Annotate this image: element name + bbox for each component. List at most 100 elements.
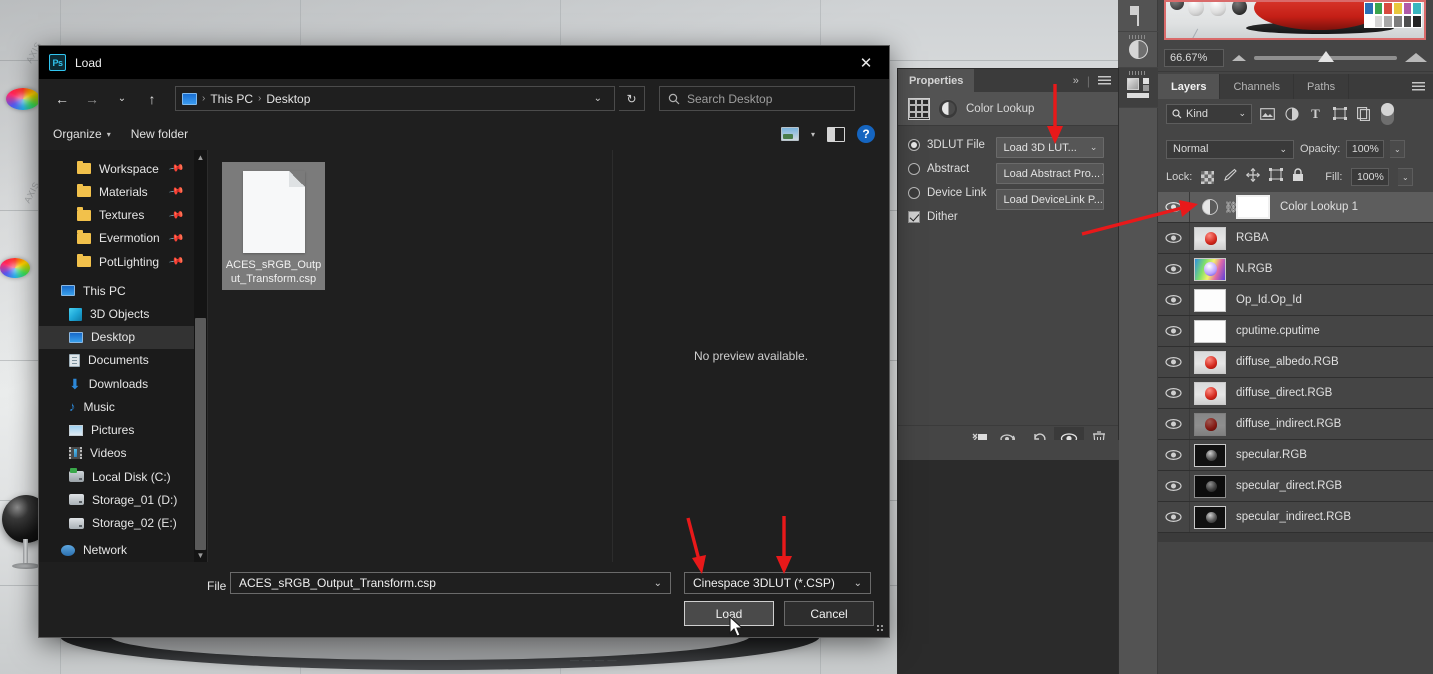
- forward-arrow-icon[interactable]: →: [79, 86, 105, 112]
- layer-visibility-toggle[interactable]: [1158, 347, 1190, 377]
- shape-layer-filter-icon[interactable]: [1331, 105, 1348, 122]
- layer-filter-kind-select[interactable]: Kind ⌄: [1166, 103, 1252, 124]
- table-row[interactable]: diffuse_indirect.RGB: [1158, 409, 1433, 440]
- layer-thumbnail[interactable]: [1194, 350, 1226, 374]
- up-arrow-icon[interactable]: ↑: [139, 86, 165, 112]
- scrollbar-thumb[interactable]: [195, 318, 206, 550]
- layer-visibility-toggle[interactable]: [1158, 502, 1190, 532]
- sidebar-item-network[interactable]: Network: [39, 539, 194, 562]
- sidebar-item-storage-01-d[interactable]: Storage_01 (D:): [39, 488, 194, 511]
- layer-thumbnail[interactable]: [1194, 381, 1226, 405]
- tab-layers[interactable]: Layers: [1158, 74, 1221, 99]
- pixel-layer-filter-icon[interactable]: [1259, 105, 1276, 122]
- layer-mask-thumbnail[interactable]: [1236, 195, 1270, 219]
- cancel-button[interactable]: Cancel: [784, 601, 874, 626]
- zoom-in-icon[interactable]: [1405, 53, 1427, 62]
- file-browser-area[interactable]: ACES_sRGB_Output_Transform.csp No previe…: [207, 150, 889, 562]
- panel-menu-icon[interactable]: [1098, 75, 1111, 86]
- sidebar-item-this-pc[interactable]: This PC: [39, 279, 194, 302]
- dock-item-3d[interactable]: [1118, 68, 1158, 108]
- layer-thumbnail[interactable]: [1194, 257, 1226, 281]
- lock-transparent-pixels-icon[interactable]: [1201, 170, 1215, 184]
- adjustment-layer-filter-icon[interactable]: [1283, 105, 1300, 122]
- layer-thumbnail[interactable]: [1194, 319, 1226, 343]
- tab-paths[interactable]: Paths: [1294, 74, 1350, 99]
- opacity-value[interactable]: 100%: [1346, 140, 1385, 158]
- breadcrumb-item-this-pc[interactable]: This PC: [210, 92, 253, 106]
- layer-visibility-toggle[interactable]: [1158, 192, 1190, 222]
- recent-locations-icon[interactable]: ⌄: [109, 86, 135, 112]
- sidebar-item-storage-02-e[interactable]: Storage_02 (E:): [39, 512, 194, 535]
- new-folder-button[interactable]: New folder: [131, 127, 188, 141]
- layer-visibility-toggle[interactable]: [1158, 378, 1190, 408]
- sidebar-item-music[interactable]: ♪ Music: [39, 395, 194, 418]
- sidebar-item-desktop[interactable]: Desktop: [39, 325, 194, 349]
- filter-enable-toggle[interactable]: [1381, 102, 1394, 125]
- sidebar-item-3d-objects[interactable]: 3D Objects: [39, 302, 194, 325]
- zoom-out-icon[interactable]: [1232, 54, 1246, 61]
- sidebar-item-downloads[interactable]: ⬇ Downloads: [39, 372, 194, 395]
- resize-grip[interactable]: [876, 624, 885, 633]
- fill-value[interactable]: 100%: [1351, 168, 1390, 186]
- navigator-thumbnail[interactable]: [1164, 0, 1426, 40]
- table-row[interactable]: Op_Id.Op_Id: [1158, 285, 1433, 316]
- load-abstract-profile-button[interactable]: Load Abstract Pro... ⌄: [996, 163, 1105, 184]
- layer-list[interactable]: ⛓ Color Lookup 1 RGBA N.RGB Op_Id.Op_Id: [1158, 192, 1433, 542]
- file-type-select[interactable]: Cinespace 3DLUT (*.CSP) ⌄: [684, 572, 871, 594]
- sidebar-scrollbar[interactable]: ▲ ▼: [194, 150, 207, 562]
- layer-visibility-toggle[interactable]: [1158, 223, 1190, 253]
- tab-properties[interactable]: Properties: [898, 69, 976, 92]
- collapse-chevrons-icon[interactable]: »: [1073, 75, 1079, 87]
- layer-visibility-toggle[interactable]: [1158, 409, 1190, 439]
- zoom-slider[interactable]: [1254, 50, 1397, 62]
- radio-device-link[interactable]: Device Link: [908, 184, 986, 202]
- table-row[interactable]: RGBA: [1158, 223, 1433, 254]
- layer-visibility-toggle[interactable]: [1158, 440, 1190, 470]
- load-devicelink-profile-button[interactable]: Load DeviceLink P... ⌄: [996, 189, 1105, 210]
- panel-icon-dock[interactable]: [1118, 0, 1158, 674]
- scroll-down-icon[interactable]: ▼: [194, 548, 207, 562]
- load-3d-lut-button[interactable]: Load 3D LUT... ⌄: [996, 137, 1105, 158]
- lock-position-icon[interactable]: [1246, 167, 1261, 187]
- layer-thumbnail[interactable]: [1194, 226, 1226, 250]
- opacity-stepper[interactable]: ⌄: [1390, 140, 1406, 158]
- list-item[interactable]: ACES_sRGB_Output_Transform.csp: [222, 162, 325, 290]
- sidebar-item-textures[interactable]: Textures 📌: [39, 203, 194, 226]
- breadcrumb-item-desktop[interactable]: Desktop: [266, 92, 310, 106]
- preview-pane-icon[interactable]: [827, 126, 845, 142]
- sidebar-item-potlighting[interactable]: PotLighting 📌: [39, 250, 194, 273]
- panel-menu-icon[interactable]: [1412, 81, 1425, 92]
- layer-visibility-toggle[interactable]: [1158, 285, 1190, 315]
- lock-artboard-icon[interactable]: [1269, 168, 1284, 186]
- chevron-down-icon[interactable]: ⌄: [854, 578, 862, 589]
- dock-item-adjustments[interactable]: [1118, 32, 1158, 68]
- close-icon[interactable]: ✕: [843, 46, 889, 79]
- table-row[interactable]: specular_direct.RGB: [1158, 471, 1433, 502]
- sidebar-item-pictures[interactable]: Pictures: [39, 419, 194, 442]
- table-row[interactable]: specular_indirect.RGB: [1158, 502, 1433, 533]
- sidebar-item-documents[interactable]: Documents: [39, 349, 194, 372]
- layer-thumbnail[interactable]: [1194, 412, 1226, 436]
- table-row[interactable]: diffuse_albedo.RGB: [1158, 347, 1433, 378]
- layer-thumbnail[interactable]: [1194, 474, 1226, 498]
- layer-thumbnail[interactable]: [1194, 288, 1226, 312]
- lock-image-pixels-icon[interactable]: [1223, 168, 1238, 187]
- load-button[interactable]: Load: [684, 601, 774, 626]
- view-options-caret-icon[interactable]: ▾: [811, 130, 815, 139]
- dock-item-histogram[interactable]: [1118, 0, 1158, 32]
- chevron-down-icon[interactable]: ⌄: [588, 93, 608, 104]
- help-icon[interactable]: ?: [857, 125, 875, 143]
- smart-object-filter-icon[interactable]: [1355, 105, 1372, 122]
- layer-visibility-toggle[interactable]: [1158, 316, 1190, 346]
- sidebar-item-workspace[interactable]: Workspace 📌: [39, 157, 194, 180]
- tab-channels[interactable]: Channels: [1220, 74, 1294, 99]
- layer-thumbnail[interactable]: [1194, 443, 1226, 467]
- scroll-up-icon[interactable]: ▲: [194, 150, 207, 164]
- search-input[interactable]: Search Desktop: [659, 86, 855, 111]
- zoom-slider-thumb[interactable]: [1317, 50, 1334, 62]
- table-row[interactable]: N.RGB: [1158, 254, 1433, 285]
- sidebar-item-materials[interactable]: Materials 📌: [39, 180, 194, 203]
- sidebar-item-evermotion[interactable]: Evermotion 📌: [39, 227, 194, 250]
- layer-thumbnail[interactable]: [1194, 505, 1226, 529]
- radio-abstract[interactable]: Abstract: [908, 160, 986, 178]
